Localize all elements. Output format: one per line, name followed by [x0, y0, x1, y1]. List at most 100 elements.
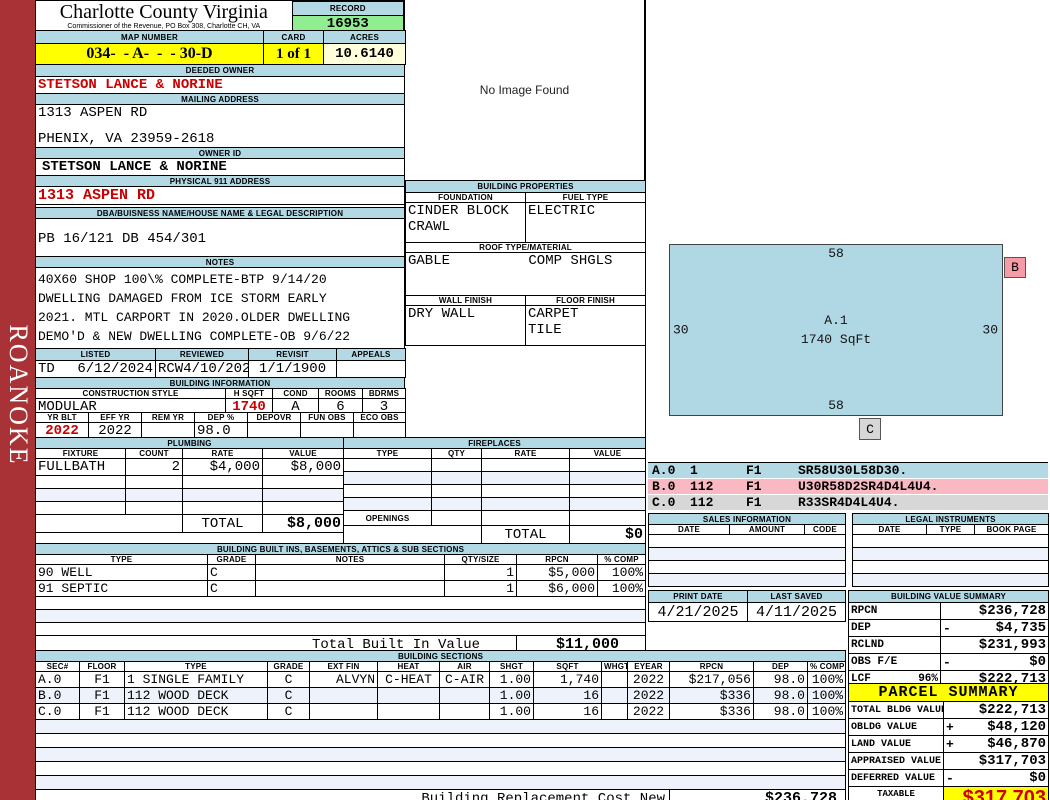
plumbing-table: PLUMBING FIXTURE COUNT RATE VALUE FULLBA… [34, 437, 345, 547]
remyr-label: REM YR [141, 412, 195, 423]
no-image-text: No Image Found [479, 83, 570, 97]
notes-line: 40X60 SHOP 100\% COMPLETE-BTP 9/14/20 [38, 272, 327, 287]
card-label: CARD [263, 30, 324, 44]
qty-size-col-label: QTY/SIZE [444, 554, 517, 565]
legal-description: PB 16/121 DB 454/301 [35, 218, 405, 257]
sketch-dim-left: 30 [673, 322, 689, 338]
built-in-row: 90 WELL C 1 $5,000 100% [35, 564, 647, 581]
notes-block: 40X60 SHOP 100\% COMPLETE-BTP 9/14/20 DW… [35, 267, 405, 353]
parcel-row: TOTAL BLDG VALUE $222,713 [848, 701, 1049, 719]
section-row: B.0 F1 112 WOOD DECK C 1.00 16 2022 $336… [35, 687, 847, 704]
parcel-row: DEFERRED VALUE - $0 [848, 769, 1049, 787]
legal-instruments-table: LEGAL INSTRUMENTS DATE TYPE BOOK PAGE [851, 513, 1050, 587]
rooms-label: ROOMS [318, 388, 363, 399]
grade-col-label: GRADE [207, 554, 256, 565]
legend-row-b: B.0 112 F1 U30R58D2SR4D4L4U4. [648, 479, 1048, 495]
effyr-label: EFF YR [88, 412, 142, 423]
card-value: 1 of 1 [263, 43, 324, 65]
commissioner-line: Commissioner of the Revenue, PO Box 308,… [67, 23, 261, 30]
dba-legal-label: DBA/BUISNESS NAME/HOUSE NAME & LEGAL DES… [35, 207, 405, 219]
hsqft-label: H SQFT [225, 388, 273, 399]
type-col-label: TYPE [343, 448, 432, 459]
record-label: RECORD [291, 1, 405, 16]
acres-value: 10.6140 [323, 43, 406, 65]
plumbing-fixture: FULLBATH [35, 458, 126, 476]
value-summary-row: RCLND $231,993 [848, 636, 1050, 654]
funobs-label: FUN OBS [300, 412, 354, 423]
acres-label: ACRES [323, 30, 406, 44]
notes-line: DEMO'D & NEW DWELLING COMPLETE-OB 9/6/22 [38, 329, 351, 344]
plumbing-total-value: $8,000 [261, 514, 345, 533]
notes-col-label: NOTES [255, 554, 445, 565]
value-summary-row: RPCN $236,728 [848, 602, 1050, 620]
last-saved-value: 4/11/2025 [747, 602, 846, 622]
building-info-label: BUILDING INFORMATION [35, 377, 405, 389]
section-row: C.0 F1 112 WOOD DECK C 1.00 16 2022 $336… [35, 703, 847, 720]
listed-label: LISTED [35, 348, 156, 361]
replacement-cost-value: $236,728 [668, 789, 847, 800]
value-summary-row: DEP - $4,735 [848, 619, 1050, 637]
sketch-area-id: A.1 [824, 313, 848, 328]
parcel-summary-label: PARCEL SUMMARY [878, 684, 1019, 701]
mailing-address-label: MAILING ADDRESS [35, 93, 405, 105]
comp-col-label: % COMP [596, 554, 647, 565]
roof-label: ROOF TYPE/MATERIAL [404, 242, 647, 253]
plumbing-row: FULLBATH 2 $4,000 $8,000 [35, 458, 345, 476]
last-saved-label: LAST SAVED [747, 590, 846, 603]
fireplaces-label: FIREPLACES [342, 437, 647, 449]
wall-finish-value: DRY WALL [405, 305, 526, 346]
reviewed-value: RCW4/10/2025 [155, 360, 249, 378]
owner-id-value: STETSON LANCE & NORINE [35, 158, 405, 176]
visit-table: LISTED REVIEWED REVISIT APPEALS TD 6/12/2… [35, 348, 406, 378]
count-col-label: COUNT [125, 448, 183, 459]
mailing-address-block: 1313 ASPEN RD PHENIX, VA 23959-2618 [35, 104, 405, 148]
depovr-label: DEPOVR [247, 412, 301, 423]
dep-pct-label: DEP % [194, 412, 248, 423]
legal-instruments-label: LEGAL INSTRUMENTS [851, 513, 1050, 525]
mailing-line1: 1313 ASPEN RD [38, 105, 148, 122]
map-number-value: 034- - A- - - 30-D [35, 43, 264, 65]
floor-finish-label: FLOOR FINISH [524, 295, 647, 306]
county-name: Charlotte County Virginia [59, 1, 268, 23]
building-value-summary-table: BUILDING VALUE SUMMARY RPCN $236,728 DEP… [847, 590, 1050, 688]
section-row: A.0 F1 1 SINGLE FAMILY C ALVYN C-HEAT C-… [35, 671, 847, 688]
foundation-value: CINDER BLOCK CRAWL [405, 202, 526, 243]
owner-stack-table: DEEDED OWNER STETSON LANCE & NORINE MAIL… [35, 64, 405, 353]
property-record-card: { "sidebar": { "text": "ROANOKE" }, "hea… [0, 0, 1050, 800]
fireplaces-table: FIREPLACES TYPE QTY RATE VALUE OPENINGS … [342, 437, 647, 544]
fuel-type-value: ELECTRIC [524, 202, 647, 243]
sidebar-district-label: ROANOKE [3, 324, 33, 466]
sketch-building-outline: 58 58 30 30 A.1 1740 SqFt [669, 244, 1003, 416]
deeded-owner-value: STETSON LANCE & NORINE [35, 76, 405, 94]
sketch-area-sqft: 1740 SqFt [800, 332, 872, 347]
plumbing-count: 2 [125, 458, 183, 476]
sketch-panel: 58 58 30 30 A.1 1740 SqFt B C [645, 0, 1050, 462]
built-ins-table: BUILDING BUILT INS, BASEMENTS, ATTICS & … [34, 543, 647, 654]
reviewed-label: REVIEWED [155, 348, 249, 361]
mailing-line2: PHENIX, VA 23959-2618 [38, 131, 215, 147]
building-info-row2: YR BLT EFF YR REM YR DEP % DEPOVR FUN OB… [35, 412, 406, 440]
physical-address-label: PHYSICAL 911 ADDRESS [35, 175, 405, 187]
building-properties-table: BUILDING PROPERTIES FOUNDATION FUEL TYPE… [404, 180, 647, 346]
sidebar-band: ROANOKE [0, 0, 35, 800]
roof-type-value: GABLE [408, 253, 451, 270]
record-box: RECORD 16953 [291, 1, 405, 33]
trace-code: R33SR4D4L4U4. [798, 495, 900, 510]
building-sections-table: BUILDING SECTIONS SEC# FLOOR TYPE GRADE … [34, 650, 847, 800]
value-col-label: VALUE [261, 448, 345, 459]
wall-finish-label: WALL FINISH [405, 295, 526, 306]
rpcn-col-label: RPCN [516, 554, 598, 565]
sketch-deck-b: B [1004, 257, 1026, 278]
plumbing-rate: $4,000 [182, 458, 263, 476]
sketch-dim-top: 58 [828, 246, 844, 261]
built-ins-label: BUILDING BUILT INS, BASEMENTS, ATTICS & … [34, 543, 647, 555]
plumbing-label: PLUMBING [34, 437, 345, 449]
parcel-row: APPRAISED VALUE $317,703 [848, 752, 1049, 770]
print-date-label: PRINT DATE [648, 590, 748, 603]
building-properties-label: BUILDING PROPERTIES [404, 180, 647, 193]
replacement-cost-label: Building Replacement Cost New [35, 789, 670, 800]
notes-label: NOTES [35, 256, 405, 268]
sketch-legend: A.0 1 F1 SR58U30L58D30. B.0 112 F1 U30R5… [648, 462, 1048, 511]
sales-table: SALES INFORMATION DATE AMOUNT CODE [648, 513, 846, 587]
roof-value: GABLE COMP SHGLS [404, 252, 647, 296]
